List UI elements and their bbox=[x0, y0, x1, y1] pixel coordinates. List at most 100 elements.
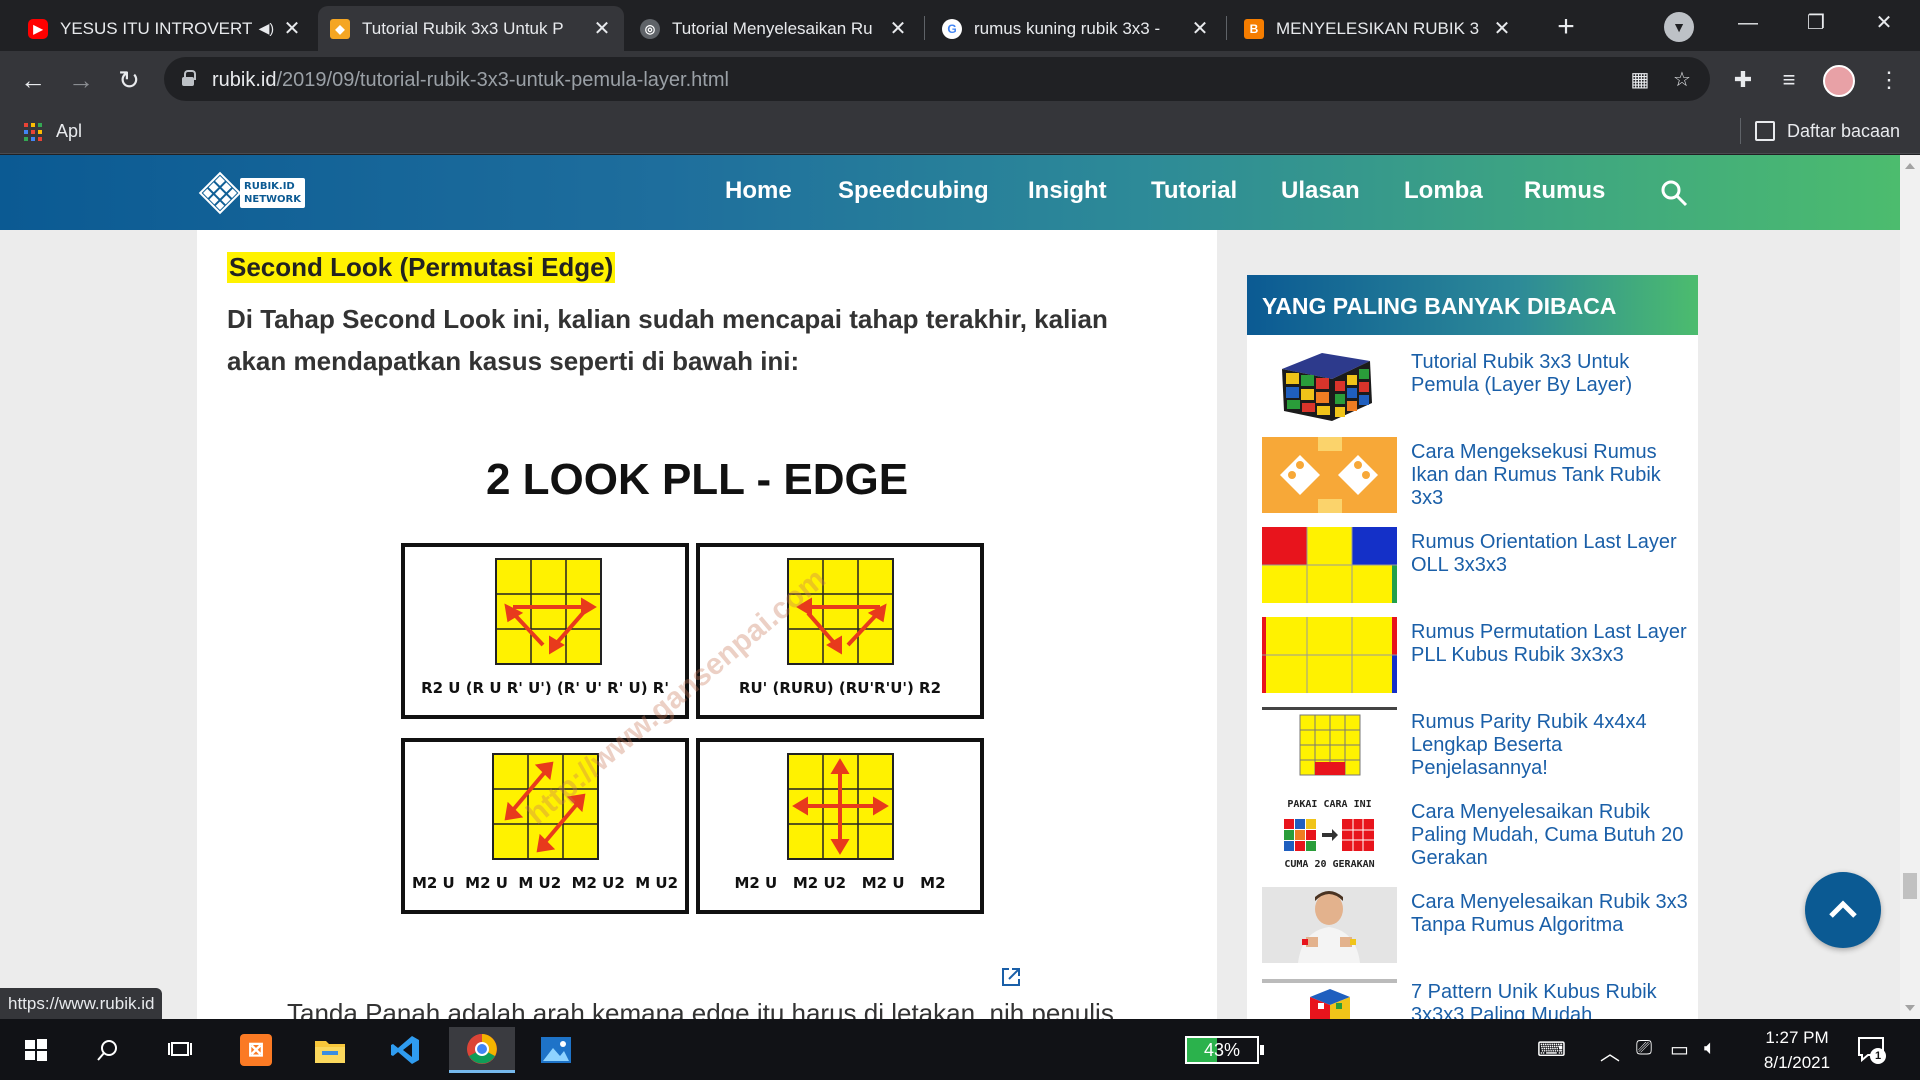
tab-blogger[interactable]: B MENYELESIKAN RUBIK 3 x ✕ bbox=[1232, 6, 1524, 51]
popular-post-item[interactable]: Rumus Orientation Last Layer OLL 3x3x3 bbox=[1262, 527, 1692, 607]
site-logo[interactable]: RUBIK.ID NETWORK bbox=[198, 171, 306, 215]
address-bar[interactable]: rubik.id/2019/09/tutorial-rubik-3x3-untu… bbox=[164, 57, 1710, 101]
post-thumbnail[interactable] bbox=[1262, 617, 1397, 693]
close-tab-icon[interactable]: ✕ bbox=[592, 16, 612, 41]
post-title-link[interactable]: Cara Menyelesaikan Rubik 3x3 Tanpa Rumus… bbox=[1411, 891, 1691, 937]
vscode-app[interactable] bbox=[377, 1027, 433, 1073]
search-icon[interactable] bbox=[1660, 179, 1688, 207]
battery-indicator[interactable]: 43% bbox=[1185, 1036, 1264, 1064]
nav-tutorial[interactable]: Tutorial bbox=[1151, 177, 1237, 205]
show-hidden-icons-chevron-icon[interactable]: ︿ bbox=[1600, 1037, 1620, 1066]
post-title-link[interactable]: 7 Pattern Unik Kubus Rubik 3x3x3 Paling … bbox=[1411, 981, 1691, 1019]
popular-post-item[interactable]: Rumus Parity Rubik 4x4x4 Lengkap Beserta… bbox=[1262, 707, 1692, 787]
tab-rubik-tutorial[interactable]: ◆ Tutorial Rubik 3x3 Untuk P ✕ bbox=[318, 6, 624, 51]
windows-taskbar: ⊠ 43% ⌨ ︿ ⎚ ▭ 🔈︎ 1:27 PM 8/1/2021 1 bbox=[0, 1019, 1920, 1080]
post-title-link[interactable]: Rumus Parity Rubik 4x4x4 Lengkap Beserta… bbox=[1411, 711, 1691, 780]
nav-ulasan[interactable]: Ulasan bbox=[1281, 177, 1360, 205]
post-thumbnail[interactable] bbox=[1262, 437, 1397, 513]
keyboard-icon[interactable]: ⌨ bbox=[1537, 1037, 1566, 1062]
apps-grid-icon[interactable] bbox=[24, 123, 42, 141]
post-thumbnail[interactable] bbox=[1262, 347, 1397, 423]
algorithm-caption: M2 U M2 U M U2 M2 U2 M U2 bbox=[411, 874, 679, 892]
back-icon[interactable]: ← bbox=[14, 61, 52, 99]
qr-code-icon[interactable]: ▦ bbox=[1626, 66, 1654, 94]
tab-google-search[interactable]: G rumus kuning rubik 3x3 - ✕ bbox=[930, 6, 1222, 51]
popular-post-item[interactable]: Tutorial Rubik 3x3 Untuk Pemula (Layer B… bbox=[1262, 347, 1692, 427]
photos-app[interactable] bbox=[528, 1027, 584, 1073]
post-title-link[interactable]: Rumus Permutation Last Layer PLL Kubus R… bbox=[1411, 621, 1691, 667]
close-tab-icon[interactable]: ✕ bbox=[888, 16, 908, 41]
notification-center-icon[interactable]: 1 bbox=[1856, 1034, 1886, 1064]
article-content: Second Look (Permutasi Edge) Di Tahap Se… bbox=[197, 230, 1217, 1019]
system-clock[interactable]: 1:27 PM 8/1/2021 bbox=[1752, 1025, 1842, 1075]
blogger-icon: B bbox=[1244, 18, 1264, 39]
post-thumbnail[interactable]: PAKAI CARA INI CUMA 20 GERAKAN bbox=[1262, 797, 1397, 873]
page-scrollbar[interactable] bbox=[1900, 155, 1920, 1019]
search-taskbar-button[interactable] bbox=[80, 1027, 136, 1073]
post-thumbnail[interactable] bbox=[1262, 527, 1397, 603]
volume-icon[interactable]: 🔈︎ bbox=[1704, 1037, 1716, 1060]
scroll-to-top-button[interactable] bbox=[1805, 872, 1881, 948]
forward-icon[interactable]: → bbox=[62, 61, 100, 99]
scroll-up-arrow[interactable] bbox=[1905, 163, 1915, 169]
scroll-down-arrow[interactable] bbox=[1905, 1005, 1915, 1011]
reading-list-icon[interactable] bbox=[1755, 121, 1775, 141]
lock-icon[interactable] bbox=[182, 70, 196, 86]
tab-strip: ▶ YESUS ITU INTROVERT ◀) ✕ ◆ Tutorial Ru… bbox=[0, 0, 1920, 51]
extensions-icon[interactable]: ✚ bbox=[1726, 63, 1760, 97]
speaker-icon[interactable]: ◀) bbox=[259, 20, 274, 37]
battery-tray-icon[interactable]: ▭ bbox=[1670, 1037, 1689, 1062]
pll-edge-figure[interactable]: 2 LOOK PLL - EDGE R2 U (R U R' U') (R' U… bbox=[387, 350, 1027, 914]
algorithm-caption: R2 U (R U R' U') (R' U' R' U) R' bbox=[421, 679, 669, 697]
xampp-app[interactable]: ⊠ bbox=[228, 1027, 284, 1073]
popular-post-item[interactable]: PAKAI CARA INI CUMA 20 GERAKAN Cara Meny… bbox=[1262, 797, 1692, 877]
minimize-button[interactable]: — bbox=[1718, 6, 1778, 40]
meet-now-icon[interactable]: ⎚ bbox=[1636, 1037, 1652, 1060]
new-tab-button[interactable]: + bbox=[1548, 10, 1584, 46]
tab-search-icon[interactable]: ▼ bbox=[1664, 12, 1694, 42]
reading-list-button[interactable]: Daftar bacaan bbox=[1787, 121, 1900, 142]
scrollbar-thumb[interactable] bbox=[1903, 873, 1917, 899]
tab-tutorial-menyelesaikan[interactable]: ◎ Tutorial Menyelesaikan Ru ✕ bbox=[628, 6, 920, 51]
close-tab-icon[interactable]: ✕ bbox=[1492, 16, 1512, 41]
media-control-icon[interactable]: ≡ bbox=[1772, 63, 1806, 97]
browser-toolbar: ← → ↻ rubik.id/2019/09/tutorial-rubik-3x… bbox=[0, 51, 1920, 108]
post-title-link[interactable]: Rumus Orientation Last Layer OLL 3x3x3 bbox=[1411, 531, 1691, 577]
close-window-button[interactable]: ✕ bbox=[1854, 6, 1914, 40]
task-view-button[interactable] bbox=[152, 1027, 208, 1073]
link-status-bubble: https://www.rubik.id bbox=[0, 988, 163, 1019]
popular-post-item[interactable]: Cara Menyelesaikan Rubik 3x3 Tanpa Rumus… bbox=[1262, 887, 1692, 967]
url-text[interactable]: rubik.id/2019/09/tutorial-rubik-3x3-untu… bbox=[212, 69, 729, 92]
nav-home[interactable]: Home bbox=[725, 177, 792, 205]
nav-insight[interactable]: Insight bbox=[1028, 177, 1107, 205]
popular-post-item[interactable]: Rumus Permutation Last Layer PLL Kubus R… bbox=[1262, 617, 1692, 697]
nav-rumus[interactable]: Rumus bbox=[1524, 177, 1605, 205]
post-title-link[interactable]: Tutorial Rubik 3x3 Untuk Pemula (Layer B… bbox=[1411, 351, 1691, 397]
post-title-link[interactable]: Cara Mengeksekusi Rumus Ikan dan Rumus T… bbox=[1411, 441, 1691, 510]
nav-speedcubing[interactable]: Speedcubing bbox=[838, 177, 989, 205]
post-thumbnail[interactable] bbox=[1262, 887, 1397, 963]
post-thumbnail[interactable] bbox=[1262, 707, 1397, 783]
reload-icon[interactable]: ↻ bbox=[110, 61, 148, 99]
post-thumbnail[interactable] bbox=[1262, 977, 1397, 1019]
popular-post-item[interactable]: Cara Mengeksekusi Rumus Ikan dan Rumus T… bbox=[1262, 437, 1692, 517]
post-title-link[interactable]: Cara Menyelesaikan Rubik Paling Mudah, C… bbox=[1411, 801, 1691, 870]
chevron-up-icon bbox=[1829, 900, 1857, 918]
restore-button[interactable]: ❐ bbox=[1786, 6, 1846, 40]
start-button[interactable] bbox=[8, 1027, 64, 1073]
profile-avatar[interactable] bbox=[1823, 65, 1855, 97]
popular-post-item[interactable]: 7 Pattern Unik Kubus Rubik 3x3x3 Paling … bbox=[1262, 977, 1692, 1019]
photos-icon bbox=[541, 1037, 571, 1063]
site-navbar: RUBIK.ID NETWORK Home Speedcubing Insigh… bbox=[0, 155, 1900, 230]
nav-lomba[interactable]: Lomba bbox=[1404, 177, 1483, 205]
close-tab-icon[interactable]: ✕ bbox=[1190, 16, 1210, 41]
apps-bookmark[interactable]: Apl bbox=[56, 121, 82, 142]
file-explorer-app[interactable] bbox=[302, 1027, 358, 1073]
open-external-icon[interactable] bbox=[1000, 966, 1022, 988]
tab-youtube[interactable]: ▶ YESUS ITU INTROVERT ◀) ✕ bbox=[16, 6, 314, 51]
close-tab-icon[interactable]: ✕ bbox=[282, 16, 302, 41]
menu-icon[interactable]: ⋮ bbox=[1872, 63, 1906, 97]
chrome-app[interactable] bbox=[449, 1027, 515, 1073]
algorithm-caption: M2 U M2 U2 M2 U M2 bbox=[734, 874, 946, 892]
bookmark-star-icon[interactable]: ☆ bbox=[1668, 66, 1696, 94]
